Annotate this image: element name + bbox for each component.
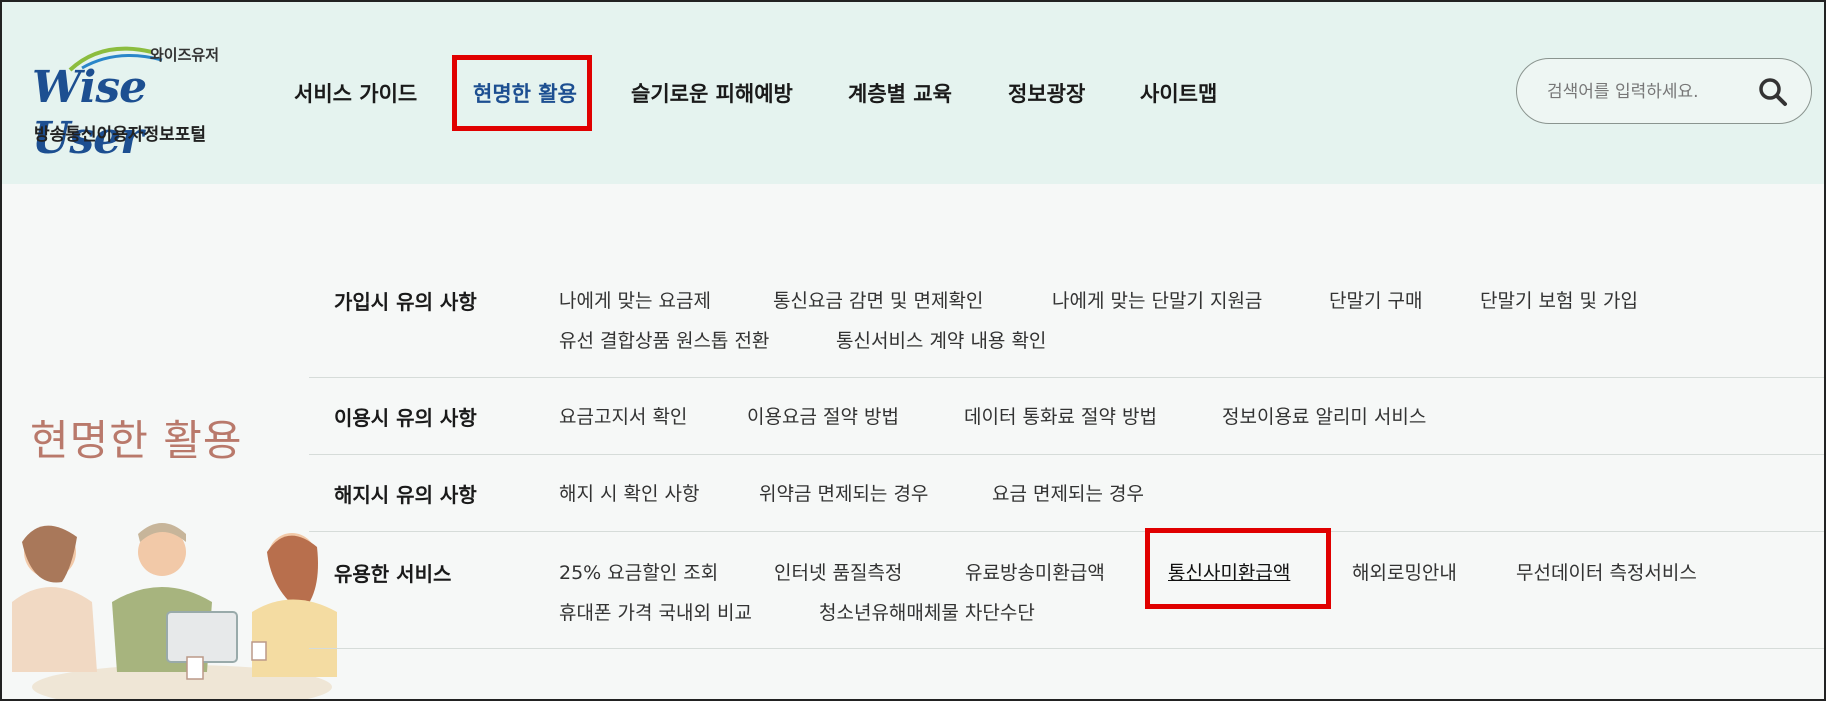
menu-link[interactable]: 통신서비스 계약 내용 확인 [836,326,1046,353]
search-button[interactable] [1757,76,1789,108]
site-header: 와이즈유저 Wise User 방송통신이용자정보포털 서비스 가이드 현명한 … [2,2,1824,184]
nav-item-sitemap[interactable]: 사이트맵 [1140,72,1217,116]
nav-item-info-square[interactable]: 정보광장 [1008,72,1085,116]
row-heading: 유용한 서비스 [334,562,452,586]
menu-link[interactable]: 요금 면제되는 경우 [992,479,1144,506]
menu-link[interactable]: 단말기 보험 및 가입 [1480,286,1638,313]
menu-link[interactable]: 단말기 구매 [1329,286,1422,313]
menu-link[interactable]: 이용요금 절약 방법 [747,402,899,429]
nav-item-damage-prevention[interactable]: 슬기로운 피해예방 [631,72,793,116]
menu-link[interactable]: 무선데이터 측정서비스 [1516,558,1697,585]
nav-item-service-guide[interactable]: 서비스 가이드 [294,72,417,116]
menu-link[interactable]: 위약금 면제되는 경우 [759,479,928,506]
menu-row-signup: 가입시 유의 사항 나에게 맞는 요금제 통신요금 감면 및 면제확인 나에게 … [309,266,1824,378]
menu-link[interactable]: 나에게 맞는 단말기 지원금 [1052,286,1262,313]
menu-link[interactable]: 인터넷 품질측정 [774,558,902,585]
menu-link[interactable]: 청소년유해매체물 차단수단 [819,598,1035,625]
logo-wordmark: Wise User [32,62,147,164]
menu-link[interactable]: 데이터 통화료 절약 방법 [964,402,1157,429]
nav-item-education[interactable]: 계층별 교육 [848,72,952,116]
nav-item-smart-use[interactable]: 현명한 활용 [473,72,577,116]
search-icon [1759,78,1787,106]
page-frame: 와이즈유저 Wise User 방송통신이용자정보포털 서비스 가이드 현명한 … [0,0,1826,701]
menu-link[interactable]: 요금고지서 확인 [559,402,687,429]
menu-link[interactable]: 해지 시 확인 사항 [559,479,699,506]
logo-subtitle: 방송통신이용자정보포털 [34,125,207,145]
menu-link[interactable]: 정보이용료 알리미 서비스 [1222,402,1426,429]
menu-row-usage: 이용시 유의 사항 요금고지서 확인 이용요금 절약 방법 데이터 통화료 절약… [309,378,1824,455]
menu-link[interactable]: 해외로밍안내 [1352,558,1457,585]
menu-link[interactable]: 유료방송미환급액 [965,558,1105,585]
row-heading: 해지시 유의 사항 [334,483,477,507]
menu-link[interactable]: 유선 결합상품 원스톱 전환 [559,326,769,353]
menu-link[interactable]: 통신요금 감면 및 면제확인 [773,286,983,313]
site-logo[interactable]: 와이즈유저 Wise User 방송통신이용자정보포털 [32,40,232,164]
section-title: 현명한 활용 [30,416,243,465]
search-input[interactable] [1547,77,1747,107]
people-cafe-illustration [2,472,362,699]
row-heading: 가입시 유의 사항 [334,290,477,314]
menu-row-useful-services: 유용한 서비스 25% 요금할인 조회 인터넷 품질측정 유료방송미환급액 통신… [309,532,1824,649]
menu-link[interactable]: 25% 요금할인 조회 [559,558,718,585]
menu-link[interactable]: 나에게 맞는 요금제 [559,286,711,313]
menu-row-cancel: 해지시 유의 사항 해지 시 확인 사항 위약금 면제되는 경우 요금 면제되는… [309,455,1824,532]
menu-link[interactable]: 휴대폰 가격 국내외 비교 [559,598,752,625]
menu-link-telecom-refund[interactable]: 통신사미환급액 [1168,558,1290,585]
search-box [1516,58,1812,124]
row-heading: 이용시 유의 사항 [334,406,477,430]
